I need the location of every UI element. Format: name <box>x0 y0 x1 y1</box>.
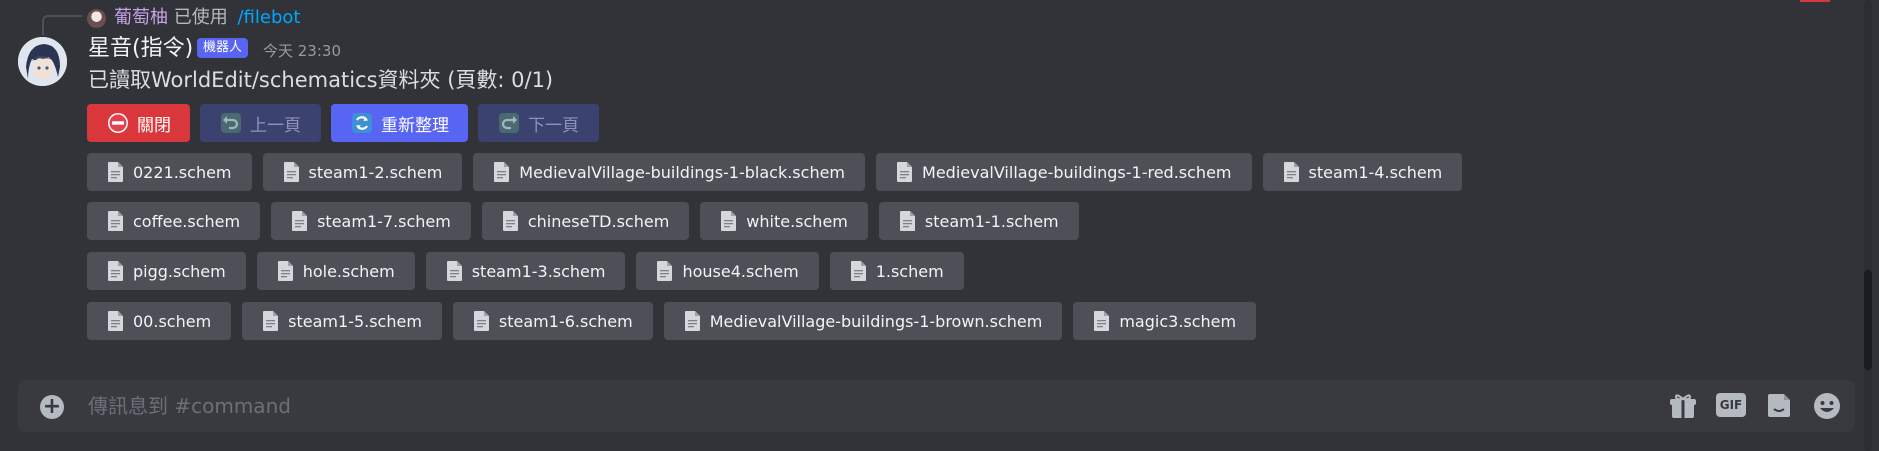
file-icon <box>850 260 867 282</box>
reply-username[interactable]: 葡萄柚 <box>114 7 168 28</box>
emoji-icon[interactable] <box>1812 391 1842 421</box>
file-button[interactable]: steam1-5.schem <box>242 302 442 340</box>
file-icon <box>107 310 124 332</box>
file-icon <box>446 260 463 282</box>
file-icon <box>107 210 124 232</box>
file-icon <box>656 260 673 282</box>
file-name: magic3.schem <box>1119 311 1237 331</box>
file-icon <box>283 161 300 183</box>
file-name: coffee.schem <box>133 211 241 231</box>
file-name: 1.schem <box>875 261 944 281</box>
message-input-bar <box>18 380 1855 432</box>
file-name: MedievalVillage-buildings-1-red.schem <box>922 162 1232 182</box>
bot-badge: 機器人 <box>197 38 249 58</box>
file-button[interactable]: steam1-7.schem <box>271 202 471 240</box>
file-name: steam1-6.schem <box>498 311 633 331</box>
file-icon <box>107 260 124 282</box>
file-button[interactable]: pigg.schem <box>87 252 246 290</box>
file-button[interactable]: 00.schem <box>87 302 232 340</box>
file-name: 0221.schem <box>133 162 232 182</box>
message-content: 已讀取WorldEdit/schematics資料夾 (頁數: 0/1) <box>88 68 554 92</box>
file-button[interactable]: hole.schem <box>256 252 415 290</box>
file-name: chineseTD.schem <box>527 211 670 231</box>
file-button[interactable]: 0221.schem <box>87 153 252 191</box>
message-input[interactable]: 傳訊息到 #command <box>88 392 291 420</box>
file-button[interactable]: 1.schem <box>829 252 964 290</box>
file-name: white.schem <box>746 211 848 231</box>
sticker-icon[interactable] <box>1764 391 1794 421</box>
file-name: steam1-2.schem <box>308 162 443 182</box>
file-icon <box>262 310 279 332</box>
file-row-3: pigg.schem hole.schem steam1-3.schem house4… <box>87 252 964 290</box>
file-icon <box>291 210 308 232</box>
file-name: steam1-1.schem <box>924 211 1059 231</box>
file-icon <box>493 161 510 183</box>
file-row-1: 0221.schem steam1-2.schem MedievalVillage-… <box>87 153 1463 191</box>
file-name: MedievalVillage-buildings-1-black.schem <box>519 162 846 182</box>
no-entry-icon <box>108 113 128 133</box>
file-button[interactable]: steam1-6.schem <box>452 302 653 340</box>
file-icon <box>473 310 490 332</box>
notification-indicator <box>1800 0 1830 2</box>
scrollbar-thumb[interactable] <box>1864 270 1872 370</box>
file-name: hole.schem <box>302 261 395 281</box>
file-row-4: 00.schem steam1-5.schem steam1-6.schem Medi… <box>87 302 1257 340</box>
gif-icon[interactable]: GIF <box>1716 393 1746 417</box>
close-button[interactable]: 關閉 <box>87 104 190 142</box>
file-icon <box>1093 310 1110 332</box>
file-row-2: coffee.schem steam1-7.schem chineseTD.sche… <box>87 202 1079 240</box>
author-avatar[interactable] <box>18 37 67 86</box>
file-button[interactable]: steam1-2.schem <box>262 153 463 191</box>
file-icon <box>720 210 737 232</box>
file-button[interactable]: chineseTD.schem <box>481 202 690 240</box>
file-name: house4.schem <box>682 261 799 281</box>
file-name: steam1-3.schem <box>471 261 606 281</box>
file-name: steam1-5.schem <box>288 311 422 331</box>
file-name: steam1-4.schem <box>1308 162 1443 182</box>
refresh-icon <box>352 113 372 133</box>
file-button[interactable]: steam1-3.schem <box>425 252 626 290</box>
file-button[interactable]: magic3.schem <box>1073 302 1257 340</box>
reply-connector <box>42 15 82 35</box>
author-name[interactable]: 星音(指令) <box>88 35 193 63</box>
redo-arrow-icon <box>499 113 519 133</box>
file-button[interactable]: white.schem <box>700 202 868 240</box>
file-button[interactable]: house4.schem <box>636 252 819 290</box>
previous-page-button[interactable]: 上一頁 <box>200 104 321 142</box>
file-button[interactable]: steam1-4.schem <box>1262 153 1463 191</box>
reply-avatar[interactable] <box>87 9 106 28</box>
close-label: 關閉 <box>137 115 171 136</box>
file-icon <box>684 310 701 332</box>
file-icon <box>502 210 519 232</box>
file-button[interactable]: steam1-1.schem <box>878 202 1079 240</box>
file-icon <box>277 260 294 282</box>
refresh-label: 重新整理 <box>381 115 449 136</box>
file-name: MedievalVillage-buildings-1-brown.schem <box>709 311 1043 331</box>
message-timestamp: 今天 23:30 <box>263 42 341 60</box>
next-page-label: 下一頁 <box>528 115 579 136</box>
file-icon <box>107 161 124 183</box>
file-button[interactable]: MedievalVillage-buildings-1-red.schem <box>876 153 1252 191</box>
file-icon <box>899 210 916 232</box>
scrollbar-track[interactable] <box>1864 0 1872 451</box>
next-page-button[interactable]: 下一頁 <box>478 104 599 142</box>
plus-circle-icon[interactable]: + <box>40 395 64 419</box>
reply-command[interactable]: /filebot <box>237 7 300 28</box>
gift-icon[interactable] <box>1668 391 1698 421</box>
file-name: pigg.schem <box>133 261 226 281</box>
file-button[interactable]: MedievalVillage-buildings-1-brown.schem <box>663 302 1063 340</box>
reply-context[interactable]: 葡萄柚 已使用 /filebot <box>114 6 300 30</box>
file-name: 00.schem <box>133 311 212 331</box>
refresh-button[interactable]: 重新整理 <box>331 104 468 142</box>
file-button[interactable]: coffee.schem <box>87 202 261 240</box>
file-icon <box>1283 161 1300 183</box>
previous-page-label: 上一頁 <box>250 115 301 136</box>
reply-used-text: 已使用 <box>173 7 228 28</box>
file-name: steam1-7.schem <box>317 211 451 231</box>
file-button[interactable]: MedievalVillage-buildings-1-black.schem <box>473 153 866 191</box>
file-icon <box>896 161 913 183</box>
undo-arrow-icon <box>221 113 241 133</box>
